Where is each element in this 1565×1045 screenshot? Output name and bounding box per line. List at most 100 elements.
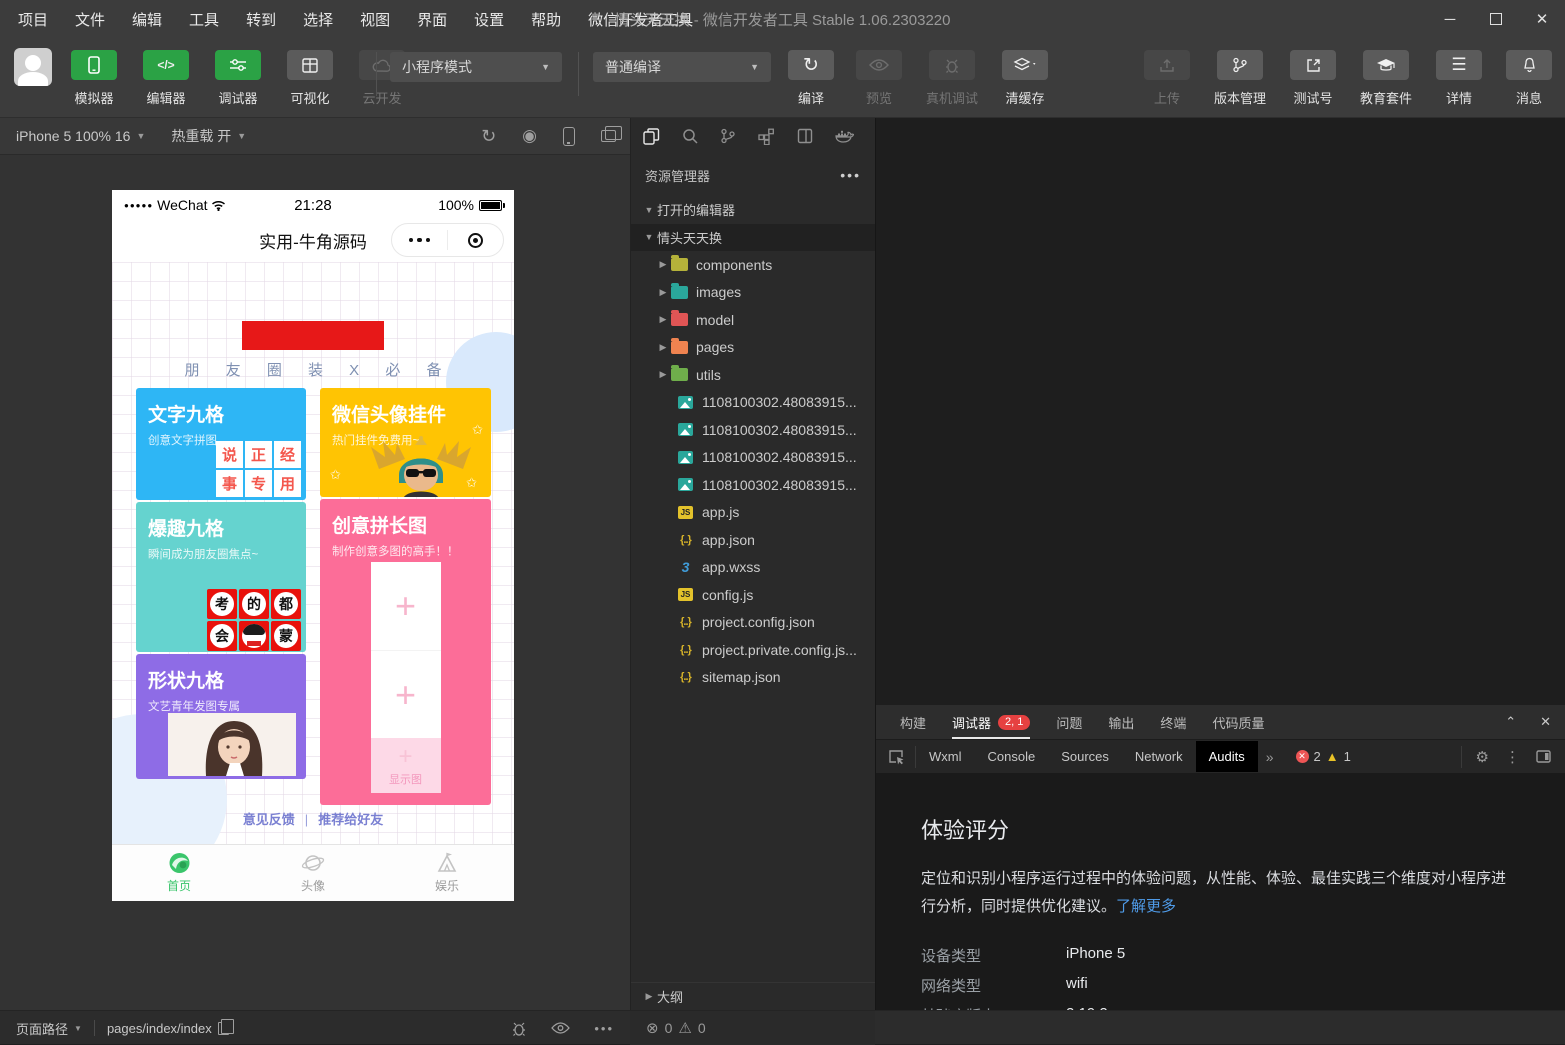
more-button[interactable] [392,238,447,243]
kebab-menu-icon[interactable]: ⋮ [1505,748,1520,766]
tab-code-quality[interactable]: 代码质量 [1212,705,1264,739]
tab-fun[interactable]: 娱乐 [380,845,514,901]
main-toolbar: 模拟器 </> 编辑器 调试器 可视化 云开发 小程序模式▼ 普通编译▼ ↻ 编… [0,38,1565,118]
menu-settings[interactable]: 设置 [474,9,504,30]
gear-icon[interactable]: ⚙ [1476,748,1489,766]
tree-file-project-private-config[interactable]: {..} project.private.config.js... [631,636,875,664]
devtools-tab-network[interactable]: Network [1122,741,1196,772]
source-control-icon[interactable] [720,128,736,144]
tab-terminal[interactable]: 终端 [1160,705,1186,739]
version-manage-button[interactable]: 版本管理 [1209,50,1271,107]
files-icon[interactable] [643,128,660,145]
card-shape-nine-grid[interactable]: 形状九格 文艺青年发图专属 [136,654,306,779]
more-actions-icon[interactable]: ••• [840,167,861,183]
window-icon[interactable] [797,128,813,144]
card-fun-nine-grid[interactable]: 爆趣九格 瞬间成为朋友圈焦点~ 考 的 都 会 蒙 [136,502,306,652]
menu-edit[interactable]: 编辑 [132,9,162,30]
more-tabs-icon[interactable]: » [1258,749,1282,765]
menu-select[interactable]: 选择 [303,9,333,30]
clear-cache-button[interactable]: 清缓存 [997,50,1053,107]
tree-file-sitemap[interactable]: {..} sitemap.json [631,664,875,692]
dock-side-icon[interactable] [1536,750,1551,763]
collapse-panel-icon[interactable]: ⌃ [1505,714,1516,730]
close-button[interactable]: ✕ [1519,0,1565,38]
close-panel-icon[interactable]: ✕ [1540,714,1551,730]
card-long-image[interactable]: 创意拼长图 制作创意多图的高手！！ + + + 显示图 [320,499,491,805]
tab-build[interactable]: 构建 [900,705,926,739]
tab-debugger[interactable]: 调试器 2, 1 [952,705,1030,739]
devtools-tab-wxml[interactable]: Wxml [916,741,975,772]
maximize-button[interactable] [1473,0,1519,38]
device-frame-icon[interactable] [563,127,575,146]
upload-button[interactable]: 上传 [1139,50,1195,107]
tab-output[interactable]: 输出 [1108,705,1134,739]
menu-view[interactable]: 视图 [360,9,390,30]
tab-avatar[interactable]: 头像 [246,845,380,901]
menu-help[interactable]: 帮助 [531,9,561,30]
debugger-button[interactable]: 调试器 [210,50,266,107]
device-selector[interactable]: iPhone 5 100% 16▼ [16,128,145,144]
compile-mode-dropdown[interactable]: 普通编译▼ [593,52,771,82]
tree-folder-components[interactable]: ▶ components [631,251,875,279]
devtools-tab-sources[interactable]: Sources [1048,741,1122,772]
tree-file-app-js[interactable]: JS app.js [631,499,875,527]
tree-file-project-config[interactable]: {..} project.config.json [631,609,875,637]
messages-button[interactable]: 消息 [1501,50,1557,107]
editor-button[interactable]: </> 编辑器 [138,50,194,107]
minimize-button[interactable]: ─ [1427,0,1473,38]
tree-file-app-json[interactable]: {..} app.json [631,526,875,554]
more-options-icon[interactable]: ••• [594,1021,614,1036]
device-debug-button[interactable]: 真机调试 [919,50,985,107]
tree-file-config-js[interactable]: JS config.js [631,581,875,609]
menu-goto[interactable]: 转到 [246,9,276,30]
tab-home[interactable]: 首页 [112,845,246,901]
page-path-selector[interactable]: 页面路径▼ [16,1019,82,1038]
tree-file-image[interactable]: 1108100302.48083915... [631,389,875,417]
docker-whale-icon[interactable] [835,129,854,144]
devtools-tab-audits[interactable]: Audits [1196,741,1258,772]
compile-button[interactable]: ↻ 编译 [783,50,839,107]
card-text-nine-grid[interactable]: 文字九格 创意文字拼图 说正经 事专用 [136,388,306,500]
restart-icon[interactable]: ↻ [481,126,496,147]
details-button[interactable]: ☰ 详情 [1431,50,1487,107]
stop-icon[interactable]: ◉ [522,126,537,146]
search-icon[interactable] [682,128,698,144]
exit-record-button[interactable] [448,233,503,248]
devtools-tab-console[interactable]: Console [975,741,1049,772]
tree-folder-utils[interactable]: ▶ utils [631,361,875,389]
menu-project[interactable]: 项目 [18,9,48,30]
tree-folder-pages[interactable]: ▶ pages [631,334,875,362]
extensions-icon[interactable] [758,128,775,145]
outline-section[interactable]: ▶ 大纲 [631,983,875,1011]
edu-suite-button[interactable]: 教育套件 [1355,50,1417,107]
tree-file-image[interactable]: 1108100302.48083915... [631,416,875,444]
preview-button[interactable]: 预览 [851,50,907,107]
mode-dropdown[interactable]: 小程序模式▼ [390,52,562,82]
bug-icon[interactable] [511,1021,527,1036]
card-avatar-pendant[interactable]: 微信头像挂件 热门挂件免费用~ ✩✩✩ [320,388,491,497]
console-status[interactable]: ✕ 2 ▲ 1 [1296,749,1351,764]
tree-file-image[interactable]: 1108100302.48083915... [631,471,875,499]
copy-icon[interactable] [218,1022,229,1035]
feedback-link[interactable]: 意见反馈 [243,812,295,827]
tree-file-image[interactable]: 1108100302.48083915... [631,444,875,472]
multi-window-icon[interactable] [601,130,616,142]
eye-icon[interactable] [551,1022,570,1034]
visual-button[interactable]: 可视化 [282,50,338,107]
simulator-button[interactable]: 模拟器 [66,50,122,107]
recommend-link[interactable]: 推荐给好友 [318,812,383,827]
avatar[interactable] [14,48,52,86]
tab-problems[interactable]: 问题 [1056,705,1082,739]
tree-folder-model[interactable]: ▶ model [631,306,875,334]
learn-more-link[interactable]: 了解更多 [1116,898,1176,915]
inspect-element-icon[interactable] [876,746,916,768]
menu-tools[interactable]: 工具 [189,9,219,30]
menu-file[interactable]: 文件 [75,9,105,30]
tree-open-editors[interactable]: ▼ 打开的编辑器 [631,196,875,224]
tree-project-root[interactable]: ▼ 情头天天换 [631,224,875,252]
tree-folder-images[interactable]: ▶ images [631,279,875,307]
hot-reload-toggle[interactable]: 热重载 开▼ [171,126,246,146]
test-account-button[interactable]: 测试号 [1285,50,1341,107]
menu-interface[interactable]: 界面 [417,9,447,30]
tree-file-app-wxss[interactable]: 3 app.wxss [631,554,875,582]
